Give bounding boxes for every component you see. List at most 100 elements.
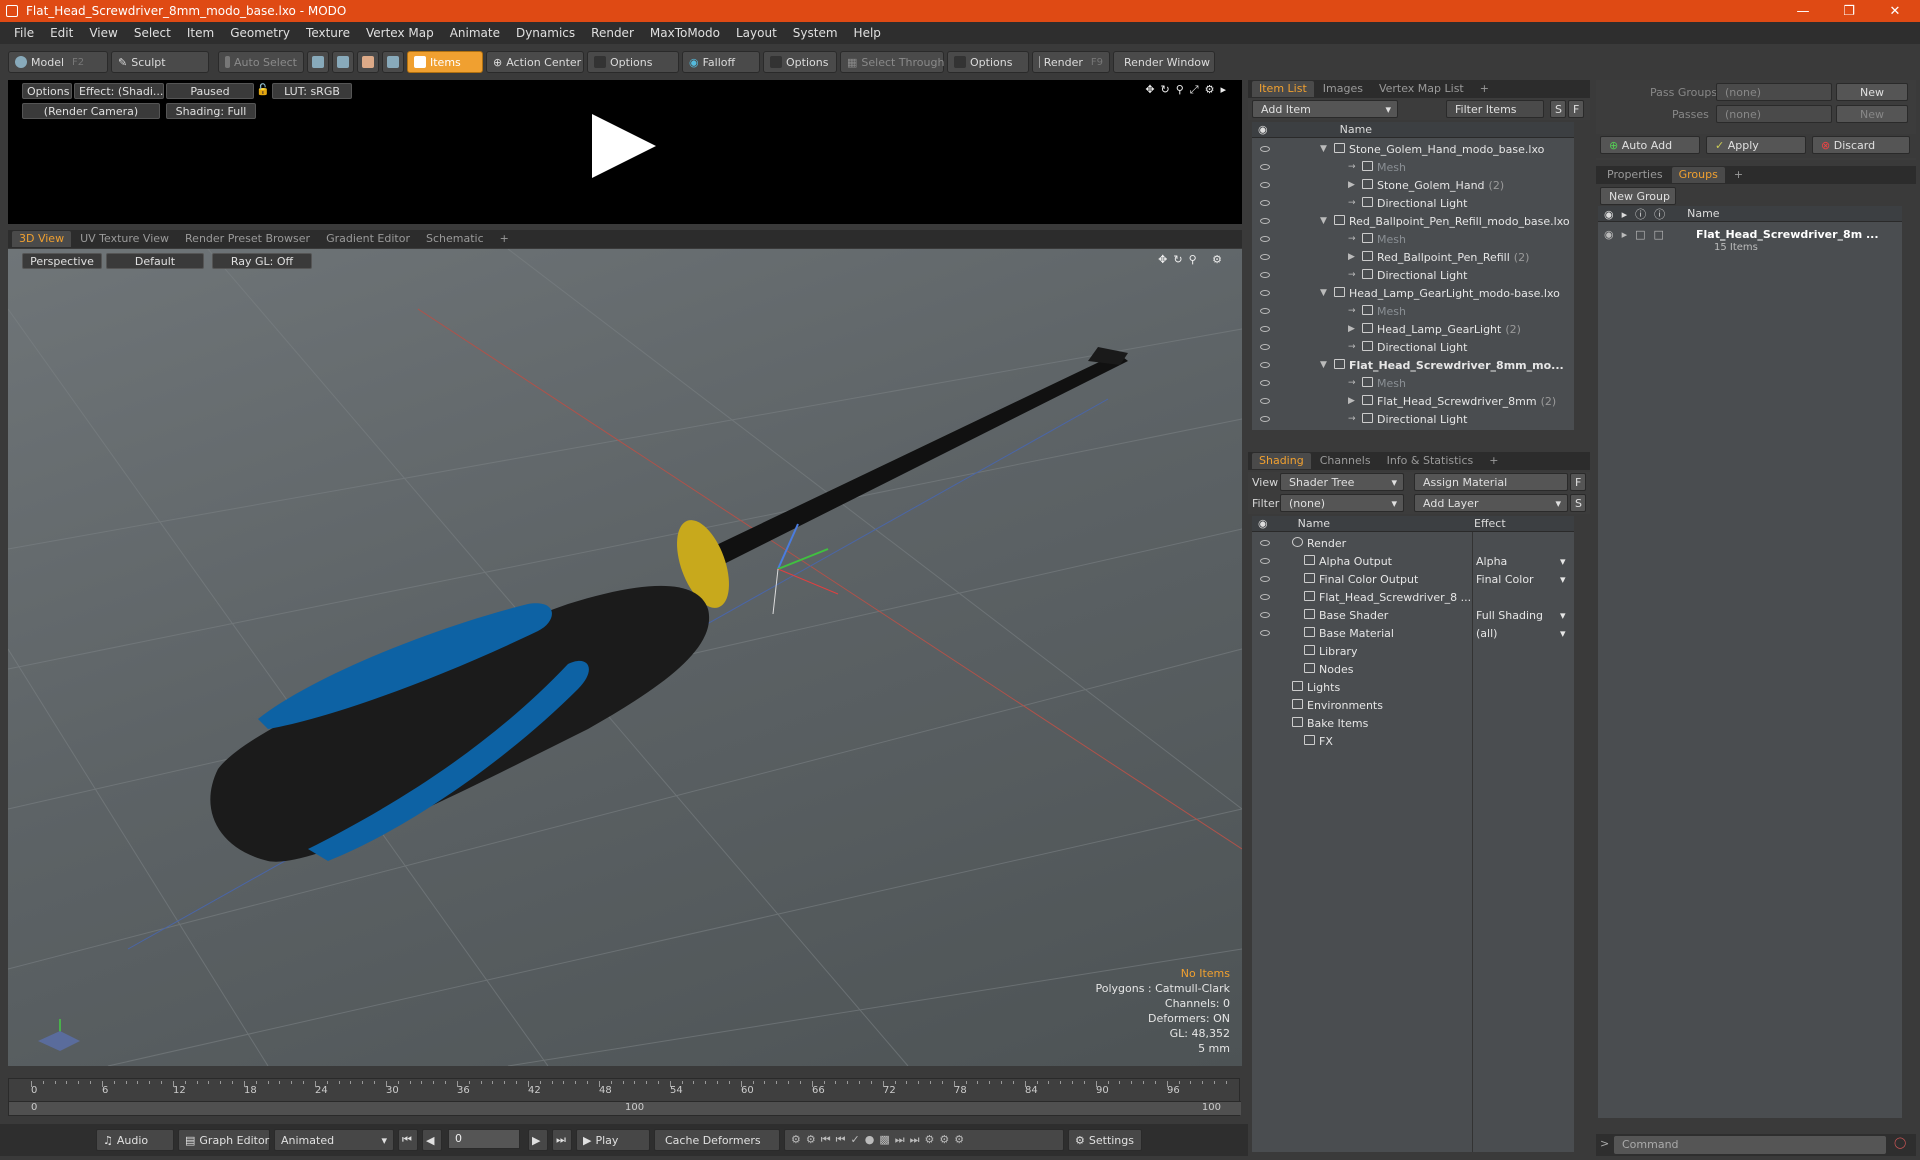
new-pass-button[interactable]: New (1836, 105, 1908, 123)
command-history-icon[interactable]: ◯ (1894, 1136, 1906, 1149)
eye-icon[interactable] (1260, 630, 1270, 636)
shader-tree-row[interactable]: FX (1252, 732, 1574, 750)
vertices-mode-button[interactable] (307, 51, 329, 73)
collapse-arrow-icon[interactable]: ▼ (1320, 288, 1327, 298)
preview-options-button[interactable]: Options (22, 83, 72, 99)
tab-images[interactable]: Images (1316, 81, 1370, 97)
menu-dynamics[interactable]: Dynamics (508, 26, 583, 40)
falloff-button[interactable]: ◉ Falloff (682, 51, 760, 73)
3d-viewport[interactable]: Perspective Default Ray GL: Off ✥↻⚲ ⚙ No… (8, 249, 1242, 1066)
shader-tree-row[interactable]: Base Shader Full Shading ▾ (1252, 606, 1574, 624)
filter-items-field[interactable]: Filter Items (1446, 100, 1544, 118)
audio-button[interactable]: ♫ Audio (96, 1129, 174, 1151)
close-button[interactable]: ✕ (1872, 0, 1918, 22)
shader-tree-row[interactable]: Final Color Output Final Color ▾ (1252, 570, 1574, 588)
tab-groups[interactable]: Groups (1671, 167, 1725, 183)
eye-icon[interactable] (1260, 236, 1270, 242)
menu-select[interactable]: Select (126, 26, 179, 40)
menu-geometry[interactable]: Geometry (222, 26, 298, 40)
eye-icon[interactable] (1260, 398, 1270, 404)
shading-s-button[interactable]: S (1570, 494, 1586, 512)
model-mode-button[interactable]: Model F2 (8, 51, 108, 73)
tab-schematic[interactable]: Schematic (419, 231, 491, 247)
item-list-s-button[interactable]: S (1550, 100, 1566, 118)
eye-icon[interactable] (1260, 344, 1270, 350)
lut-dropdown[interactable]: LUT: sRGB (272, 83, 352, 99)
eye-icon[interactable] (1260, 164, 1270, 170)
preview-effect-dropdown[interactable]: Effect: (Shadi... (74, 83, 164, 99)
shader-tree-row[interactable]: Render (1252, 534, 1574, 552)
chevron-down-icon[interactable]: ▾ (1560, 573, 1566, 586)
item-list-row[interactable]: → Mesh (1252, 158, 1574, 176)
timeline-range-bar[interactable]: 0 100 100 (9, 1101, 1241, 1115)
default-style-dropdown[interactable]: Default (106, 253, 204, 269)
menu-system[interactable]: System (785, 26, 846, 40)
tab-vertex-map-list[interactable]: Vertex Map List (1372, 81, 1471, 97)
play-icon[interactable] (592, 114, 656, 178)
effect-value[interactable]: Full Shading (1476, 609, 1543, 622)
eye-icon[interactable] (1260, 380, 1270, 386)
tab-shading[interactable]: Shading (1252, 453, 1311, 469)
item-list-row[interactable]: → Directional Light (1252, 194, 1574, 212)
item-list-row[interactable]: ▶ Stone_Golem_Hand (2) (1252, 176, 1574, 194)
effect-value[interactable]: Final Color (1476, 573, 1534, 586)
preview-view-controls-icon[interactable]: ✥↻⚲⤢⚙▸ (1145, 83, 1232, 97)
item-list-row[interactable]: → Mesh (1252, 374, 1574, 392)
shading-dropdown[interactable]: Shading: Full (166, 103, 256, 119)
shader-tree-row[interactable]: Base Material (all) ▾ (1252, 624, 1574, 642)
shader-tree-row[interactable]: Flat_Head_Screwdriver_8 ... (1252, 588, 1574, 606)
menu-maxtomodo[interactable]: MaxToModo (642, 26, 728, 40)
shading-filter-dropdown[interactable]: (none) ▾ (1280, 494, 1404, 512)
collapse-arrow-icon[interactable]: ▼ (1320, 216, 1327, 226)
tab-render-preset-browser[interactable]: Render Preset Browser (178, 231, 317, 247)
item-list-row[interactable]: ▶ Head_Lamp_GearLight (2) (1252, 320, 1574, 338)
menu-help[interactable]: Help (846, 26, 889, 40)
new-group-button[interactable]: New Group (1600, 187, 1676, 205)
eye-icon[interactable] (1260, 416, 1270, 422)
tab-uv-texture-view[interactable]: UV Texture View (73, 231, 176, 247)
tab-3d-view[interactable]: 3D View (12, 231, 72, 247)
shader-tree-row[interactable]: Lights (1252, 678, 1574, 696)
command-input[interactable]: Command (1614, 1136, 1886, 1154)
effect-value[interactable]: Alpha (1476, 555, 1507, 568)
expand-arrow-icon[interactable]: ▶ (1348, 252, 1355, 262)
last-frame-button[interactable]: ⏭ (552, 1129, 572, 1151)
cache-deformers-button[interactable]: Cache Deformers (654, 1129, 780, 1151)
item-list-row[interactable]: ▼ Stone_Golem_Hand_modo_base.lxo (1252, 140, 1574, 158)
item-list-row[interactable]: → Directional Light (1252, 338, 1574, 356)
chevron-down-icon[interactable]: ▾ (1560, 555, 1566, 568)
current-frame-field[interactable]: 0 (448, 1129, 520, 1149)
eye-icon[interactable] (1260, 326, 1270, 332)
item-list-row[interactable]: ▼ Flat_Head_Screwdriver_8mm_mo... (1252, 356, 1574, 374)
apply-button[interactable]: ✓ Apply (1706, 136, 1806, 154)
materials-mode-button[interactable] (382, 51, 404, 73)
tab-item-list[interactable]: Item List (1252, 81, 1314, 97)
add-tab-button[interactable]: + (1482, 453, 1505, 469)
item-list-row[interactable]: → Mesh (1252, 230, 1574, 248)
items-mode-button[interactable]: Items (407, 51, 483, 73)
prev-frame-button[interactable]: ◀ (422, 1129, 442, 1151)
group-row-flags[interactable]: ◉▸□□ (1604, 228, 1672, 241)
perspective-dropdown[interactable]: Perspective (22, 253, 102, 269)
menu-edit[interactable]: Edit (42, 26, 81, 40)
timeline[interactable]: 0 6 12 18 24 30 36 42 48 54 60 66 72 78 84 90 96 0 100 1… (8, 1078, 1241, 1116)
item-list-row[interactable]: ▶ Red_Ballpoint_Pen_Refill (2) (1252, 248, 1574, 266)
render-camera-dropdown[interactable]: (Render Camera) (22, 103, 160, 119)
shader-tree-row[interactable]: Nodes (1252, 660, 1574, 678)
expand-arrow-icon[interactable]: ▶ (1348, 180, 1355, 190)
item-list-f-button[interactable]: F (1568, 100, 1584, 118)
menu-vertex-map[interactable]: Vertex Map (358, 26, 442, 40)
auto-select-button[interactable]: Auto Select (218, 51, 304, 73)
shader-tree-row[interactable]: Bake Items (1252, 714, 1574, 732)
graph-editor-button[interactable]: ▤ Graph Editor (178, 1129, 270, 1151)
shading-f-button[interactable]: F (1570, 473, 1586, 491)
eye-icon[interactable] (1260, 182, 1270, 188)
eye-icon[interactable] (1260, 272, 1270, 278)
first-frame-button[interactable]: ⏮ (398, 1129, 418, 1151)
menu-file[interactable]: File (6, 26, 42, 40)
discard-button[interactable]: ⊗ Discard (1812, 136, 1910, 154)
new-pass-group-button[interactable]: New (1836, 83, 1908, 101)
tab-properties[interactable]: Properties (1600, 167, 1670, 183)
menu-texture[interactable]: Texture (298, 26, 358, 40)
item-list-row[interactable]: → Mesh (1252, 302, 1574, 320)
